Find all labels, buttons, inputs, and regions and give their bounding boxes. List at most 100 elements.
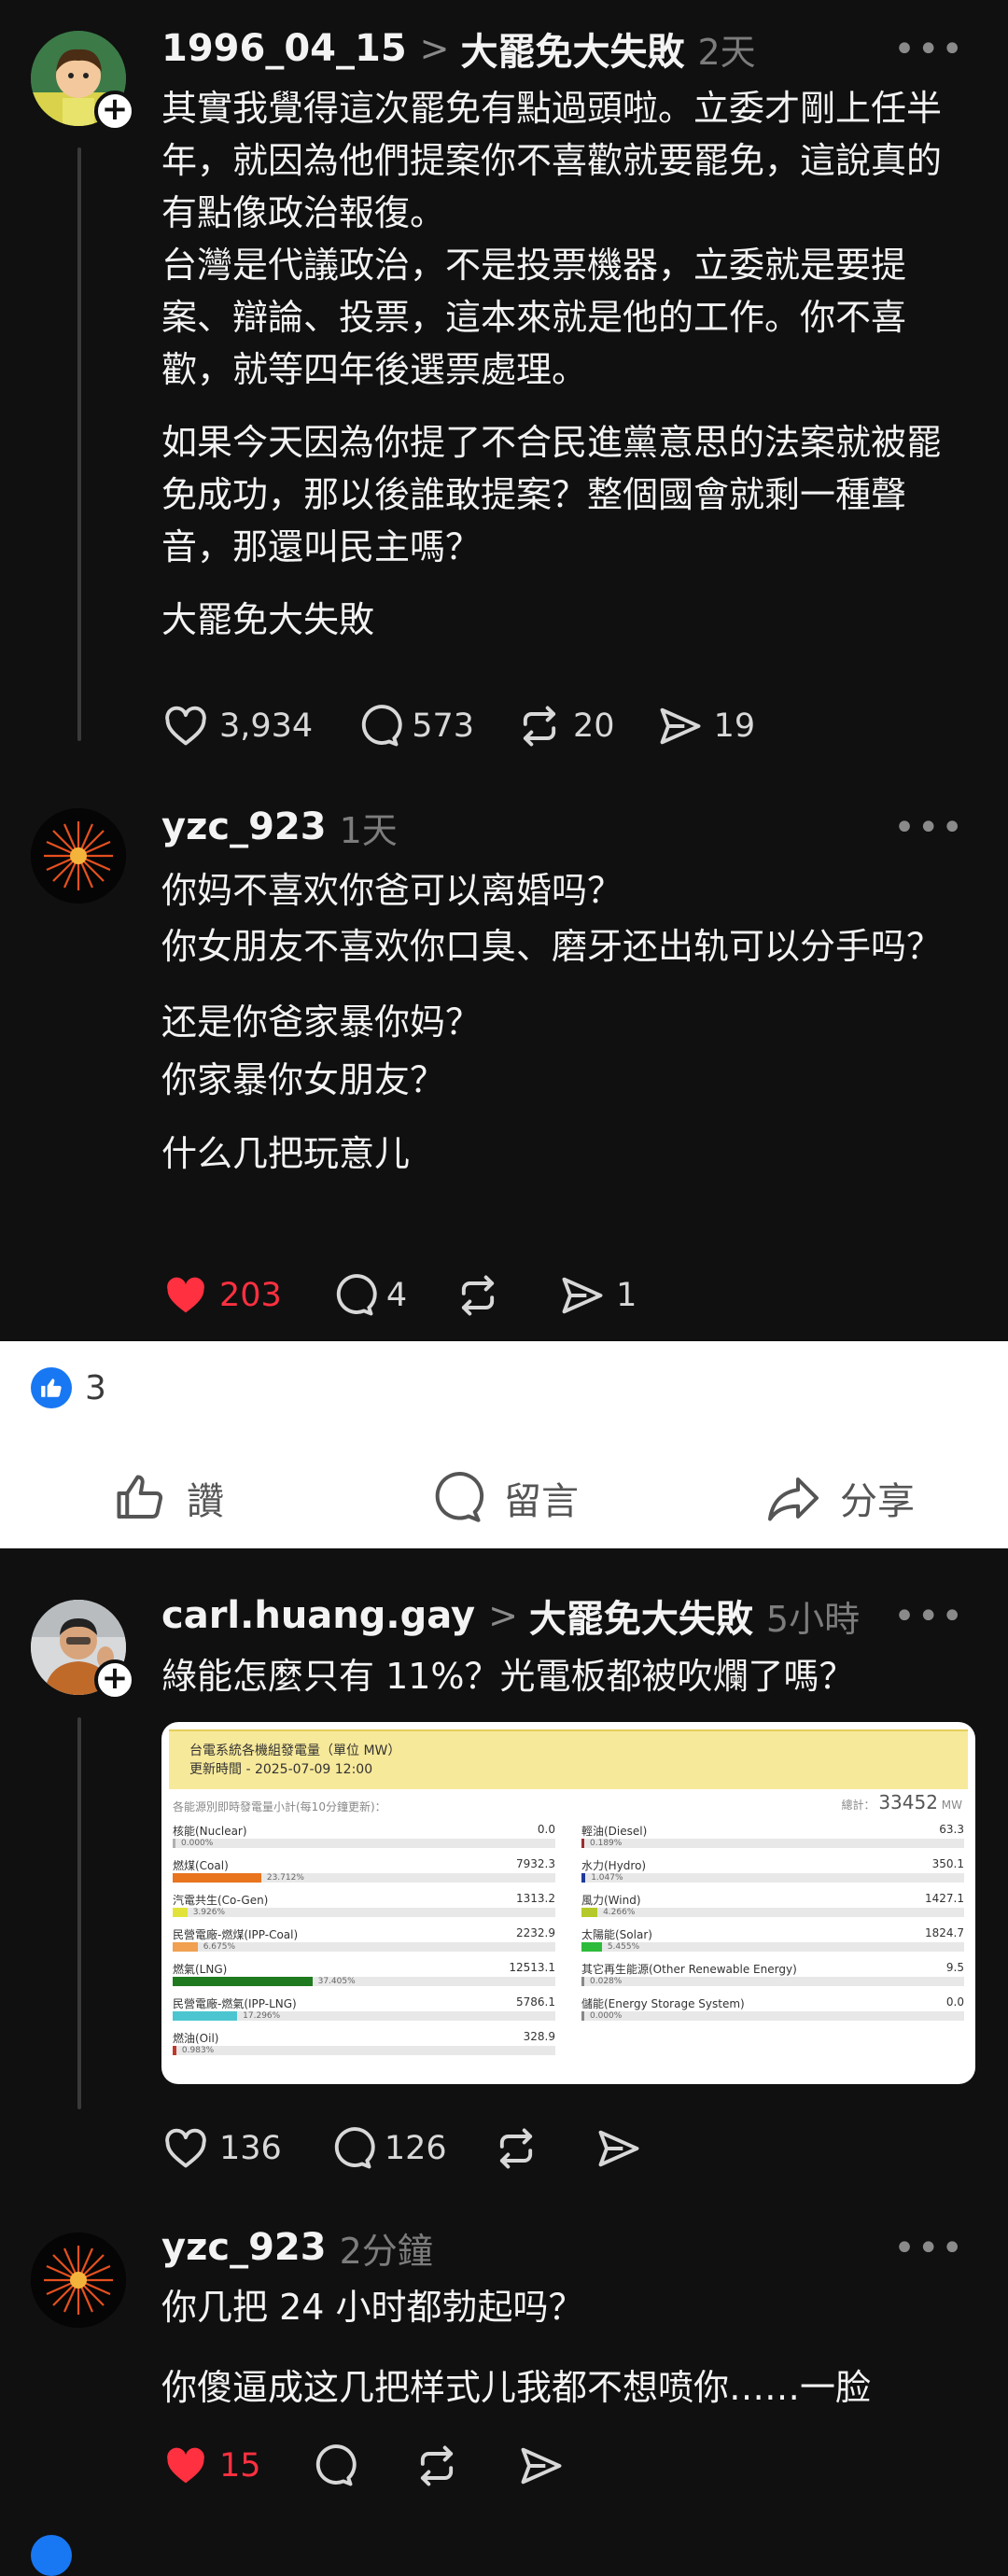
more-options-icon[interactable]: ••• [893,2227,965,2270]
like-button[interactable]: 136 [161,2124,282,2173]
username[interactable]: 1996_04_15 [161,27,407,70]
post-body: 其實我覺得這次罷免有點過頭啦。立委才剛上任半年，就因為他們提案你不喜歡就要罷免，… [161,82,964,646]
energy-value: 0.0 [537,1823,555,1836]
energy-row: 儲能(Energy Storage System) 0.0 0.000% [581,1995,964,2030]
action-bar: 203 4 1 [161,1267,678,1323]
like-button[interactable]: 15 [161,2442,261,2490]
energy-value: 350.1 [931,1857,964,1870]
energy-value: 2232.9 [516,1926,555,1939]
share-button[interactable] [517,2442,575,2490]
comment-button[interactable]: 573 [354,702,474,750]
paragraph: 其實我覺得這次罷免有點過頭啦。立委才剛上任半年，就因為他們提案你不喜歡就要罷免，… [161,88,943,390]
post-header: yzc_923 1天 [161,799,915,855]
share-button[interactable] [595,2124,652,2173]
energy-label: 風力(Wind) [581,1894,641,1907]
send-icon [562,1277,603,1314]
topic-tag[interactable]: 大罷免大失敗 [529,1589,753,1643]
energy-row: 風力(Wind) 1427.1 4.266% [581,1892,964,1926]
share-bar-track [173,1977,555,1986]
like-count: 15 [219,2447,261,2485]
post-header: carl.huang.gay > 大罷免大失敗 5小時 [161,1588,915,1644]
repost-button[interactable]: 20 [515,702,615,750]
partial-like-badge-icon [31,2535,72,2576]
topic-tag[interactable]: 大罷免大失敗 [461,21,685,76]
like-button[interactable]: 讚 [0,1451,336,1545]
energy-value: 5786.1 [516,1995,555,2009]
energy-percent: 0.028% [590,1977,623,1986]
energy-row: 輕油(Diesel) 63.3 0.189% [581,1823,964,1857]
paragraph: 你几把 24 小时都勃起吗？ [161,2287,584,2328]
comment-count: 126 [384,2130,447,2167]
comment-button[interactable]: 126 [327,2124,447,2173]
repost-button[interactable] [454,1271,511,1320]
follow-plus-icon[interactable]: + [94,91,135,132]
repost-icon [420,2445,453,2486]
like-button[interactable]: 3,934 [161,702,313,750]
table-subtitle: 各能源別即時發電量小計(每10分鐘更新)： [173,1800,386,1813]
follow-plus-icon[interactable]: + [94,1659,135,1701]
total-output: 總計： 33452 MW [841,1791,962,1813]
comment-icon [336,1274,377,1316]
heart-filled-icon [167,1277,204,1313]
energy-label: 輕油(Diesel) [581,1825,648,1838]
share-button[interactable]: 分享 [672,1451,1008,1545]
share-bar-track [581,1839,964,1848]
share-button[interactable]: 19 [656,702,755,750]
like-summary[interactable]: 3 [31,1367,106,1408]
avatar[interactable] [31,2233,126,2328]
energy-value: 9.5 [945,1961,964,1974]
share-button[interactable]: 1 [558,1271,637,1320]
firework-avatar-icon [31,808,126,903]
more-options-icon[interactable]: ••• [893,806,965,849]
energy-row: 其它再生能源(Other Renewable Energy) 9.5 0.028% [581,1961,964,1995]
repost-button[interactable] [492,2124,550,2173]
chevron-right-icon: > [488,1595,518,1636]
energy-row: 燃煤(Coal) 7932.3 23.712% [173,1857,555,1892]
energy-row: 核能(Nuclear) 0.0 0.000% [173,1823,555,1857]
energy-label: 太陽能(Solar) [581,1928,652,1941]
like-count: 136 [219,2130,282,2167]
power-generation-image[interactable]: 台電系統各機組發電量（單位 MW） 更新時間 - 2025-07-09 12:0… [161,1722,975,2084]
comment-button[interactable] [308,2442,366,2490]
energy-label: 燃油(Oil) [173,2032,219,2045]
energy-row: 燃油(Oil) 328.9 0.983% [173,2030,555,2065]
paragraph: 你妈不喜欢你爸可以离婚吗？ 你女朋友不喜欢你口臭、磨牙还出轨可以分手吗？ [161,870,943,967]
energy-label: 燃煤(Coal) [173,1859,229,1872]
heart-icon [165,2128,206,2168]
avatar[interactable] [31,808,126,903]
energy-label: 民營電廠-燃煤(IPP-Coal) [173,1928,299,1941]
like-button[interactable]: 203 [161,1271,282,1320]
username[interactable]: yzc_923 [161,805,327,848]
comment-button[interactable]: 4 [329,1271,407,1320]
post-body: 你几把 24 小时都勃起吗？ 你傻逼成这几把样式儿我都不想喷你……一脸 [161,2281,964,2414]
energy-value: 1824.7 [925,1926,964,1939]
share-bar-track [581,1873,964,1883]
comment-icon [362,705,402,747]
paragraph: 綠能怎麼只有 11%？光電板都被吹爛了嗎？ [161,1656,855,1697]
share-bar-fill [581,1908,598,1917]
username[interactable]: yzc_923 [161,2226,327,2269]
repost-icon [523,706,556,747]
energy-column-right: 輕油(Diesel) 63.3 0.189% 水力(Hydro) 350.1 1.047%… [581,1823,964,2030]
more-options-icon[interactable]: ••• [893,28,965,71]
update-time: 更新時間 - 2025-07-09 12:00 [189,1762,373,1777]
comment-button[interactable]: 留言 [336,1451,672,1545]
share-bar-fill [581,1942,602,1952]
energy-percent: 17.296% [243,2011,281,2021]
like-badge-icon [31,1367,72,1408]
more-options-icon[interactable]: ••• [893,1595,965,1638]
username[interactable]: carl.huang.gay [161,1594,475,1637]
repost-button[interactable] [413,2442,470,2490]
comment-icon [315,2444,357,2486]
share-bar-track [581,1908,964,1917]
comment-bubble-icon [435,1472,484,1522]
post-time: 1天 [339,809,398,851]
energy-percent: 0.000% [181,1839,214,1848]
send-icon [521,2447,561,2485]
energy-row: 燃氣(LNG) 12513.1 37.405% [173,1961,555,1995]
total-unit: MW [941,1799,962,1812]
energy-label: 水力(Hydro) [581,1859,647,1872]
paragraph: 还是你爸家暴你妈？ 你家暴你女朋友？ [161,1001,482,1100]
energy-row: 水力(Hydro) 350.1 1.047% [581,1857,964,1892]
energy-percent: 3.926% [192,1908,226,1917]
